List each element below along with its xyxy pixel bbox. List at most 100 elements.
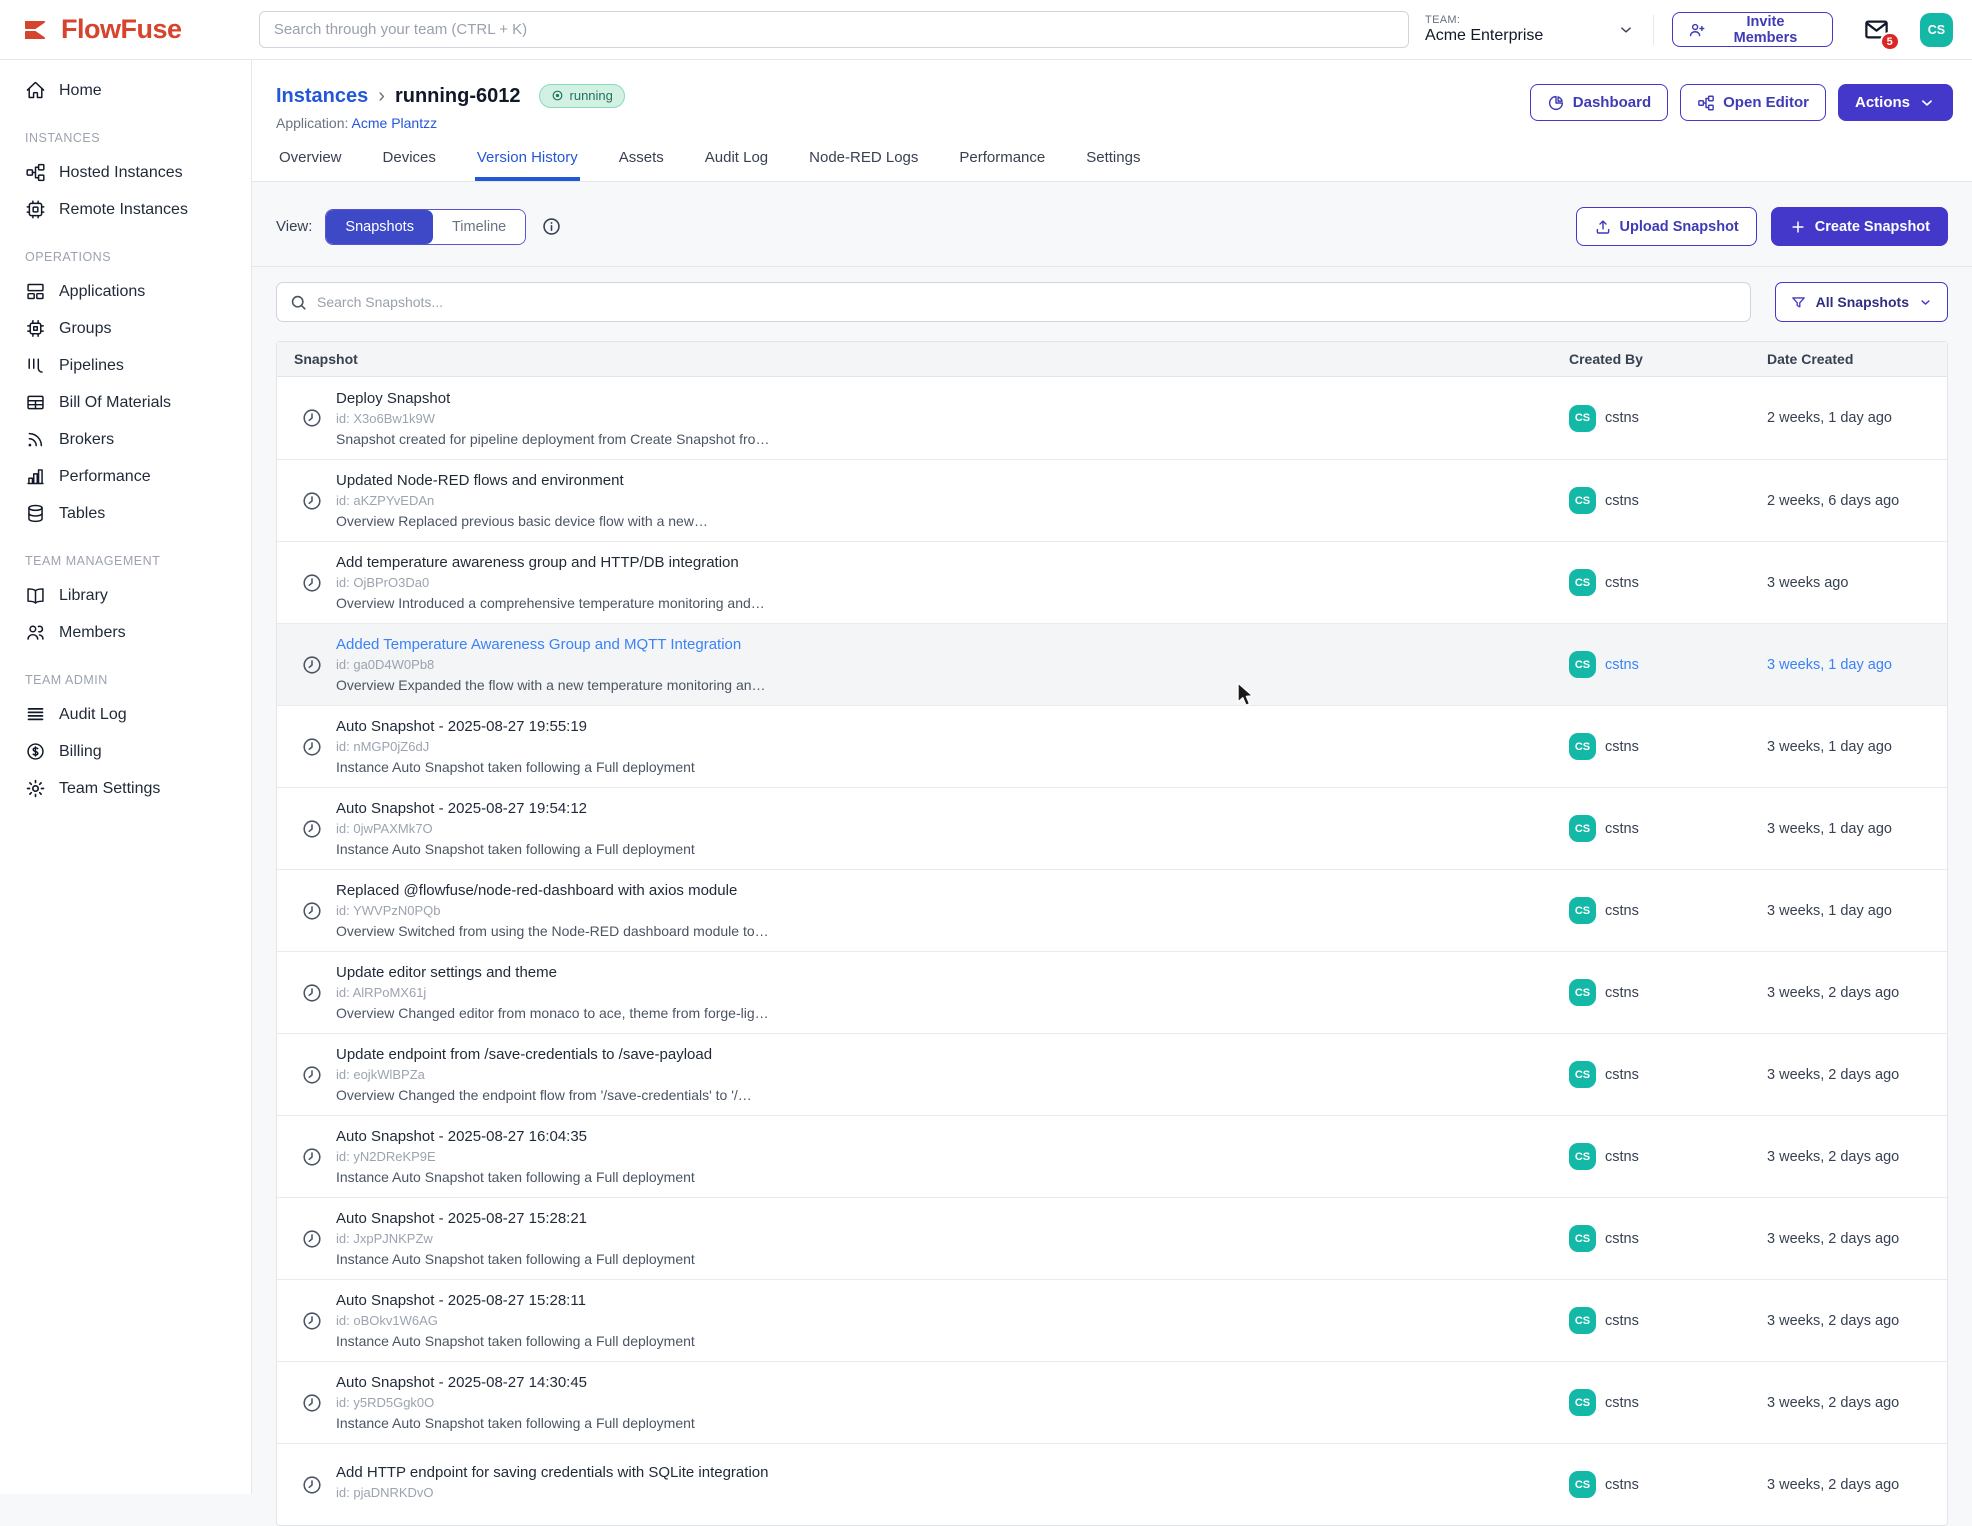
tab-audit-log[interactable]: Audit Log [703,147,770,181]
tab-performance[interactable]: Performance [957,147,1047,181]
snapshot-id: id: 0jwPAXMk7O [336,821,695,836]
tab-settings[interactable]: Settings [1084,147,1142,181]
snapshot-title: Auto Snapshot - 2025-08-27 14:30:45 [336,1374,695,1391]
divider [1653,15,1654,45]
table-row[interactable]: Replaced @flowfuse/node-red-dashboard wi… [277,869,1947,951]
team-selector[interactable]: TEAM: Acme Enterprise [1425,14,1635,45]
snapshot-description: Overview Replaced previous basic device … [336,513,708,529]
dashboard-button[interactable]: Dashboard [1530,84,1668,121]
tab-node-red-logs[interactable]: Node-RED Logs [807,147,920,181]
user-avatar: CS [1569,897,1596,924]
dashboard-label: Dashboard [1573,94,1651,111]
created-by-name: cstns [1605,1395,1639,1411]
sidebar-item-brokers[interactable]: Brokers [0,421,251,458]
date-created: 2 weeks, 1 day ago [1767,410,1947,426]
column-snapshot: Snapshot [277,351,1569,367]
sidebar-item-remote-instances[interactable]: Remote Instances [0,191,251,228]
sidebar-item-applications[interactable]: Applications [0,273,251,310]
sidebar-item-members[interactable]: Members [0,614,251,651]
table-row[interactable]: Update endpoint from /save-credentials t… [277,1033,1947,1115]
table-row[interactable]: Auto Snapshot - 2025-08-27 19:55:19 id: … [277,705,1947,787]
sidebar-item-bill-of-materials[interactable]: Bill Of Materials [0,384,251,421]
flowfuse-logo[interactable]: FlowFuse [0,14,247,45]
snapshot-search-input[interactable] [317,294,1738,310]
table-row[interactable]: Add HTTP endpoint for saving credentials… [277,1443,1947,1525]
table-row[interactable]: Added Temperature Awareness Group and MQ… [277,623,1947,705]
status-badge: running [539,84,625,108]
snapshot-description: Instance Auto Snapshot taken following a… [336,841,695,857]
pipelines-icon [25,355,46,376]
sidebar-item-label: Groups [59,320,111,338]
table-row[interactable]: Auto Snapshot - 2025-08-27 14:30:45 id: … [277,1361,1947,1443]
breadcrumb-separator: › [378,85,385,108]
funnel-icon [1790,294,1807,311]
table-header: Snapshot Created By Date Created [277,342,1947,377]
clock-icon [301,407,323,429]
snapshot-title: Added Temperature Awareness Group and MQ… [336,636,766,653]
snapshot-title: Add HTTP endpoint for saving credentials… [336,1464,768,1481]
upload-snapshot-button[interactable]: Upload Snapshot [1576,207,1757,246]
hierarchy-icon [25,162,46,183]
tab-version-history[interactable]: Version History [475,147,580,181]
table-grid-icon [25,392,46,413]
upload-icon [1594,218,1612,236]
snapshot-description: Instance Auto Snapshot taken following a… [336,759,695,775]
user-avatar[interactable]: CS [1920,13,1953,47]
bar-chart-icon [25,466,46,487]
sidebar-item-pipelines[interactable]: Pipelines [0,347,251,384]
sidebar-item-label: Members [59,624,126,642]
content-area: View: SnapshotsTimeline Upload Snapshot … [252,182,1972,1526]
dollar-circle-icon [25,741,46,762]
invite-members-button[interactable]: Invite Members [1672,12,1833,47]
clock-icon [301,572,323,594]
date-created: 3 weeks, 1 day ago [1767,739,1947,755]
snapshot-description: Instance Auto Snapshot taken following a… [336,1333,695,1349]
created-by-name: cstns [1605,739,1639,755]
info-icon[interactable] [541,216,562,237]
table-row[interactable]: Auto Snapshot - 2025-08-27 15:28:21 id: … [277,1197,1947,1279]
snapshot-id: id: ga0D4W0Pb8 [336,657,766,672]
global-search-input[interactable] [259,11,1409,48]
view-toggle-timeline[interactable]: Timeline [433,210,525,244]
sidebar-item-home[interactable]: Home [0,72,251,109]
sidebar-item-library[interactable]: Library [0,577,251,614]
actions-button[interactable]: Actions [1838,84,1953,121]
flowfuse-logo-icon [22,15,52,45]
table-row[interactable]: Add temperature awareness group and HTTP… [277,541,1947,623]
create-snapshot-button[interactable]: Create Snapshot [1771,207,1948,246]
chip-frame-icon [25,199,46,220]
tab-overview[interactable]: Overview [277,147,344,181]
sidebar-item-hosted-instances[interactable]: Hosted Instances [0,154,251,191]
tab-bar: Overview Devices Version History Assets Audi… [276,147,1953,181]
sidebar-item-tables[interactable]: Tables [0,495,251,532]
open-editor-button[interactable]: Open Editor [1680,84,1826,121]
view-label: View: [276,218,312,235]
chip-icon [25,318,46,339]
snapshot-title: Updated Node-RED flows and environment [336,472,708,489]
sidebar-item-audit-log[interactable]: Audit Log [0,696,251,733]
created-by-name: cstns [1605,1149,1639,1165]
sidebar-item-groups[interactable]: Groups [0,310,251,347]
tab-devices[interactable]: Devices [381,147,438,181]
sidebar-item-label: Team Settings [59,780,160,798]
date-created: 3 weeks, 2 days ago [1767,1313,1947,1329]
sidebar-item-team-settings[interactable]: Team Settings [0,770,251,807]
table-row[interactable]: Updated Node-RED flows and environment i… [277,459,1947,541]
view-toggle-snapshots[interactable]: Snapshots [326,210,433,244]
table-row[interactable]: Auto Snapshot - 2025-08-27 19:54:12 id: … [277,787,1947,869]
snapshot-description: Overview Introduced a comprehensive temp… [336,595,765,611]
sidebar-item-billing[interactable]: Billing [0,733,251,770]
table-row[interactable]: Auto Snapshot - 2025-08-27 16:04:35 id: … [277,1115,1947,1197]
snapshot-filter-dropdown[interactable]: All Snapshots [1775,282,1948,322]
table-row[interactable]: Auto Snapshot - 2025-08-27 15:28:11 id: … [277,1279,1947,1361]
table-row[interactable]: Deploy Snapshot id: X3o6Bw1k9W Snapshot … [277,377,1947,459]
tab-assets[interactable]: Assets [617,147,666,181]
application-link[interactable]: Acme Plantzz [352,115,438,131]
sidebar-item-performance[interactable]: Performance [0,458,251,495]
table-row[interactable]: Update editor settings and theme id: AlR… [277,951,1947,1033]
snapshot-id: id: yN2DReKP9E [336,1149,695,1164]
notifications-button[interactable]: 5 [1863,16,1890,43]
breadcrumb-instances-link[interactable]: Instances [276,85,368,108]
user-avatar: CS [1569,1225,1596,1252]
snapshot-id: id: JxpPJNKPZw [336,1231,695,1246]
